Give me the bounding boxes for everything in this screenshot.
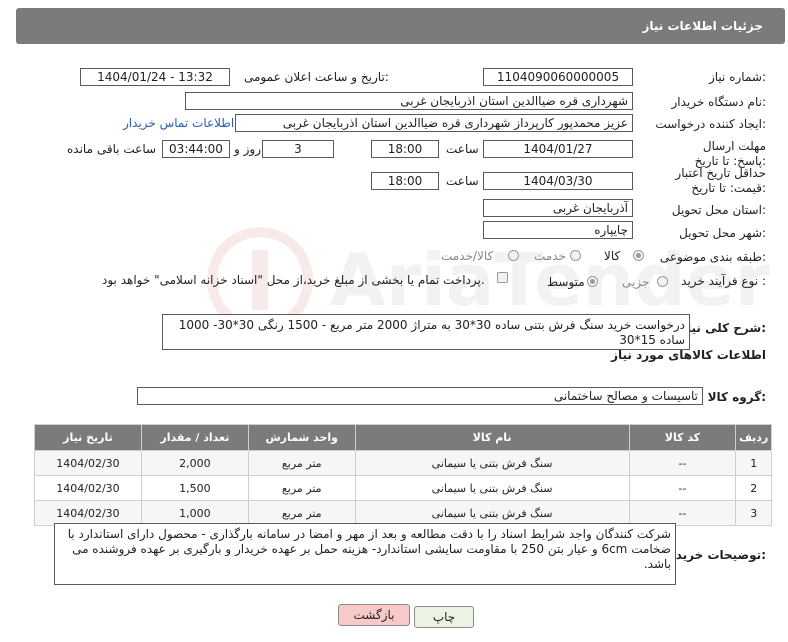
item-unit: متر مربع bbox=[247, 475, 356, 501]
category-goods-radio[interactable] bbox=[633, 250, 644, 261]
buyer-org-field: شهرداری قره ضیاالدین استان اذربایجان غرب… bbox=[185, 92, 633, 110]
item-date: 1404/02/30 bbox=[34, 450, 142, 476]
price-time-label: ساعت bbox=[446, 174, 479, 188]
goods-group-field: تاسیسات و مصالح ساختمانی bbox=[137, 387, 703, 405]
goods-group-label: گروه کالا: bbox=[707, 390, 766, 404]
table-row: 2 -- سنگ فرش بتنی یا سیمانی متر مربع 1,5… bbox=[34, 475, 772, 501]
category-service-label: خدمت bbox=[534, 249, 566, 263]
send-time-field: 18:00 bbox=[371, 140, 439, 158]
item-code: -- bbox=[628, 475, 737, 501]
table-header-row: ردیف کد کالا نام کالا واحد شمارش تعداد /… bbox=[34, 424, 772, 451]
category-goods-label: کالا bbox=[604, 249, 621, 263]
announce-datetime-field: 1404/01/24 - 13:32 bbox=[80, 68, 230, 86]
treasury-payment-note: پرداخت تمام یا بخشی از مبلغ خرید،از محل … bbox=[102, 273, 485, 287]
items-table: ردیف کد کالا نام کالا واحد شمارش تعداد /… bbox=[34, 424, 772, 526]
remaining-time-label: ساعت باقی مانده bbox=[67, 142, 157, 156]
col-qty-header: تعداد / مقدار bbox=[140, 424, 249, 451]
buyer-contact-link[interactable]: اطلاعات تماس خریدار bbox=[123, 116, 234, 130]
row-index: 1 bbox=[735, 450, 772, 476]
row-index: 3 bbox=[735, 500, 772, 526]
row-index: 2 bbox=[735, 475, 772, 501]
goods-info-title: اطلاعات کالاهای مورد نیاز bbox=[611, 348, 766, 362]
days-field: 3 bbox=[262, 140, 334, 158]
table-row: 3 -- سنگ فرش بتنی یا سیمانی متر مربع 1,0… bbox=[34, 500, 772, 526]
item-qty: 1,000 bbox=[140, 500, 249, 526]
category-goods-service-label: کالا/خدمت bbox=[441, 249, 494, 263]
city-field: چایپاره bbox=[483, 221, 633, 239]
process-medium-radio[interactable] bbox=[587, 276, 598, 287]
col-date-header: تاریخ نیاز bbox=[34, 424, 142, 451]
process-partial-label: جزیی bbox=[622, 275, 650, 289]
print-button[interactable]: چاپ bbox=[414, 606, 474, 628]
item-qty: 2,000 bbox=[140, 450, 249, 476]
price-date-field: 1404/03/30 bbox=[483, 172, 633, 190]
send-time-label: ساعت bbox=[446, 142, 479, 156]
item-name: سنگ فرش بتنی یا سیمانی bbox=[354, 475, 630, 501]
buyer-notes-textarea: شرکت کنندگان واجد شرایط اسناد را با دقت … bbox=[54, 523, 676, 585]
item-unit: متر مربع bbox=[247, 450, 356, 476]
announce-label: تاریخ و ساعت اعلان عمومی: bbox=[244, 70, 389, 84]
col-unit-header: واحد شمارش bbox=[247, 424, 356, 451]
process-partial-radio[interactable] bbox=[657, 276, 668, 287]
col-row-header: ردیف bbox=[735, 424, 772, 451]
col-name-header: نام کالا bbox=[354, 424, 630, 451]
back-button[interactable]: بازگشت bbox=[338, 604, 410, 626]
item-code: -- bbox=[628, 450, 737, 476]
item-code: -- bbox=[628, 500, 737, 526]
buyer-notes-label: توضیحات خریدار: bbox=[664, 548, 766, 562]
province-field: آذربایجان غربی bbox=[483, 199, 633, 217]
item-date: 1404/02/30 bbox=[34, 475, 142, 501]
col-code-header: کد کالا bbox=[628, 424, 737, 451]
buyer-org-label: نام دستگاه خریدار: bbox=[671, 95, 767, 109]
creator-label: ایجاد کننده درخواست: bbox=[655, 117, 766, 131]
days-label: روز و bbox=[234, 142, 261, 156]
category-goods-service-radio[interactable] bbox=[508, 250, 519, 261]
price-time-field: 18:00 bbox=[371, 172, 439, 190]
creator-field: عزیز محمدپور کارپرداز شهرداری قره ضیاالد… bbox=[235, 114, 633, 132]
table-row: 1 -- سنگ فرش بتنی یا سیمانی متر مربع 2,0… bbox=[34, 450, 772, 476]
need-number-field: 1104090060000005 bbox=[483, 68, 633, 86]
page-title: جزئیات اطلاعات نیاز bbox=[642, 19, 763, 33]
summary-label: شرح کلی نیاز: bbox=[680, 321, 766, 335]
item-unit: متر مربع bbox=[247, 500, 356, 526]
summary-textarea: درخواست خرید سنگ فرش بتنی ساده 30*30 به … bbox=[162, 314, 690, 350]
item-qty: 1,500 bbox=[140, 475, 249, 501]
page-header: جزئیات اطلاعات نیاز bbox=[16, 8, 785, 44]
process-label: نوع فرآیند خرید : bbox=[681, 274, 766, 288]
province-label: استان محل تحویل: bbox=[671, 203, 766, 217]
item-date: 1404/02/30 bbox=[34, 500, 142, 526]
category-label: طبقه بندی موضوعی: bbox=[659, 250, 766, 264]
remaining-time-field: 03:44:00 bbox=[162, 140, 230, 158]
send-date-field: 1404/01/27 bbox=[483, 140, 633, 158]
process-medium-label: متوسط bbox=[547, 275, 585, 289]
category-service-radio[interactable] bbox=[570, 250, 581, 261]
item-name: سنگ فرش بتنی یا سیمانی bbox=[354, 450, 630, 476]
price-deadline-label: حداقل تاریخ اعتبار قیمت: تا تاریخ: bbox=[675, 166, 766, 195]
need-number-label: شماره نیاز: bbox=[708, 70, 766, 84]
send-deadline-label: مهلت ارسال پاسخ: تا تاریخ: bbox=[694, 139, 766, 168]
item-name: سنگ فرش بتنی یا سیمانی bbox=[354, 500, 630, 526]
treasury-payment-checkbox[interactable] bbox=[497, 272, 508, 283]
city-label: شهر محل تحویل: bbox=[679, 226, 766, 240]
